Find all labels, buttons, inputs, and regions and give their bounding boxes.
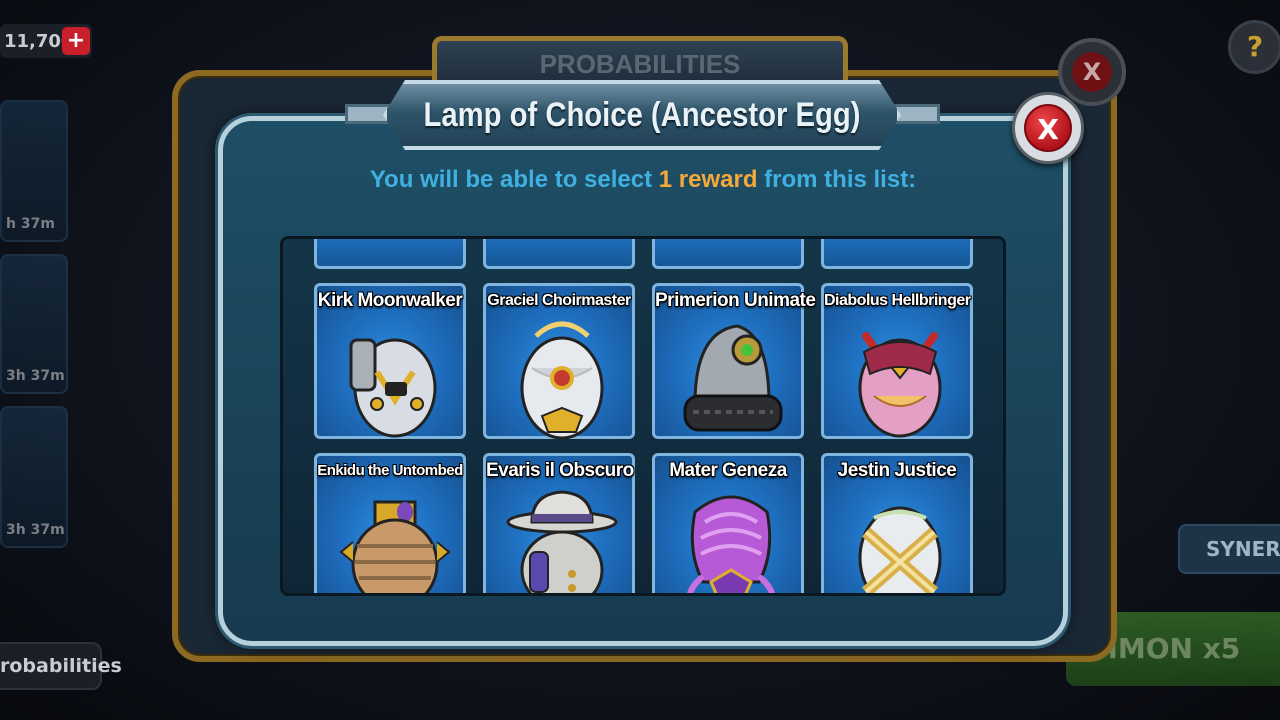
side-event-card[interactable]: h 37m [0, 100, 68, 242]
reward-name: Evaris il Obscuro [486, 460, 634, 481]
reward-card[interactable]: Evaris il Obscuro [483, 453, 635, 593]
dialog-close-button[interactable]: X [1012, 92, 1084, 164]
gold-cross-egg-icon [858, 506, 942, 593]
reward-card-partial[interactable] [483, 239, 635, 269]
subtitle-highlight: 1 reward [658, 166, 758, 193]
mummy-egg-icon [339, 500, 451, 593]
fedora-egg-icon [506, 490, 618, 593]
subtitle-suffix: from this list: [764, 166, 917, 193]
probabilities-button[interactable]: robabilities [0, 642, 122, 690]
reward-name: Kirk Moonwalker [317, 290, 463, 311]
demon-egg-icon [858, 332, 942, 438]
dialog-title: Lamp of Choice (Ancestor Egg) [423, 96, 861, 134]
tentacle-egg-icon [687, 495, 775, 593]
close-icon: X [1024, 104, 1072, 152]
reward-card[interactable]: Jestin Justice [821, 453, 973, 593]
reward-card[interactable]: Diabolus Hellbringer [821, 283, 973, 439]
reward-name: Mater Geneza [669, 460, 787, 481]
mech-dome-egg-icon [683, 324, 783, 432]
reward-card[interactable]: Kirk Moonwalker [314, 283, 466, 439]
dialog-title-plate: Lamp of Choice (Ancestor Egg) [383, 80, 901, 150]
side-event-card[interactable]: 3h 37m [0, 406, 68, 548]
side-event-timer: h 37m [6, 216, 55, 232]
reward-card-partial[interactable] [652, 239, 804, 269]
side-event-timer: 3h 37m [6, 522, 65, 538]
probabilities-close-button[interactable]: X [1058, 38, 1126, 106]
probabilities-tab: PROBABILITIES [432, 36, 848, 84]
reward-card[interactable]: Enkidu the Untombed [314, 453, 466, 593]
help-icon[interactable]: ? [1228, 20, 1280, 74]
synergy-button[interactable]: SYNERGY [1178, 524, 1280, 574]
reward-card[interactable]: Mater Geneza [652, 453, 804, 593]
reward-card[interactable]: Graciel Choirmaster [483, 283, 635, 440]
probabilities-title: PROBABILITIES [539, 49, 741, 79]
winged-egg-icon [520, 321, 604, 440]
gems-counter: 11,700 + [0, 24, 92, 58]
reward-name: Enkidu the Untombed [317, 462, 463, 479]
add-gems-button[interactable]: + [62, 27, 90, 55]
subtitle-prefix: You will be able to select [369, 166, 653, 193]
dialog-subtitle: You will be able to select 1 reward from… [218, 166, 1068, 194]
side-event-card[interactable]: 3h 37m [0, 254, 68, 394]
reward-card[interactable]: Primerion Unimate [652, 283, 816, 439]
side-event-timer: 3h 37m [6, 368, 65, 384]
reward-list[interactable]: Kirk Moonwalker Graciel Choirmaster Prim… [280, 236, 1006, 596]
reward-name: Graciel Choirmaster [487, 292, 631, 309]
armored-egg-icon [349, 338, 437, 438]
close-icon: X [1072, 52, 1112, 92]
reward-name: Jestin Justice [837, 460, 957, 481]
reward-card-partial[interactable] [314, 239, 466, 269]
reward-name: Primerion Unimate [655, 290, 816, 311]
reward-card-partial[interactable] [821, 239, 973, 269]
reward-name: Diabolus Hellbringer [824, 292, 971, 309]
